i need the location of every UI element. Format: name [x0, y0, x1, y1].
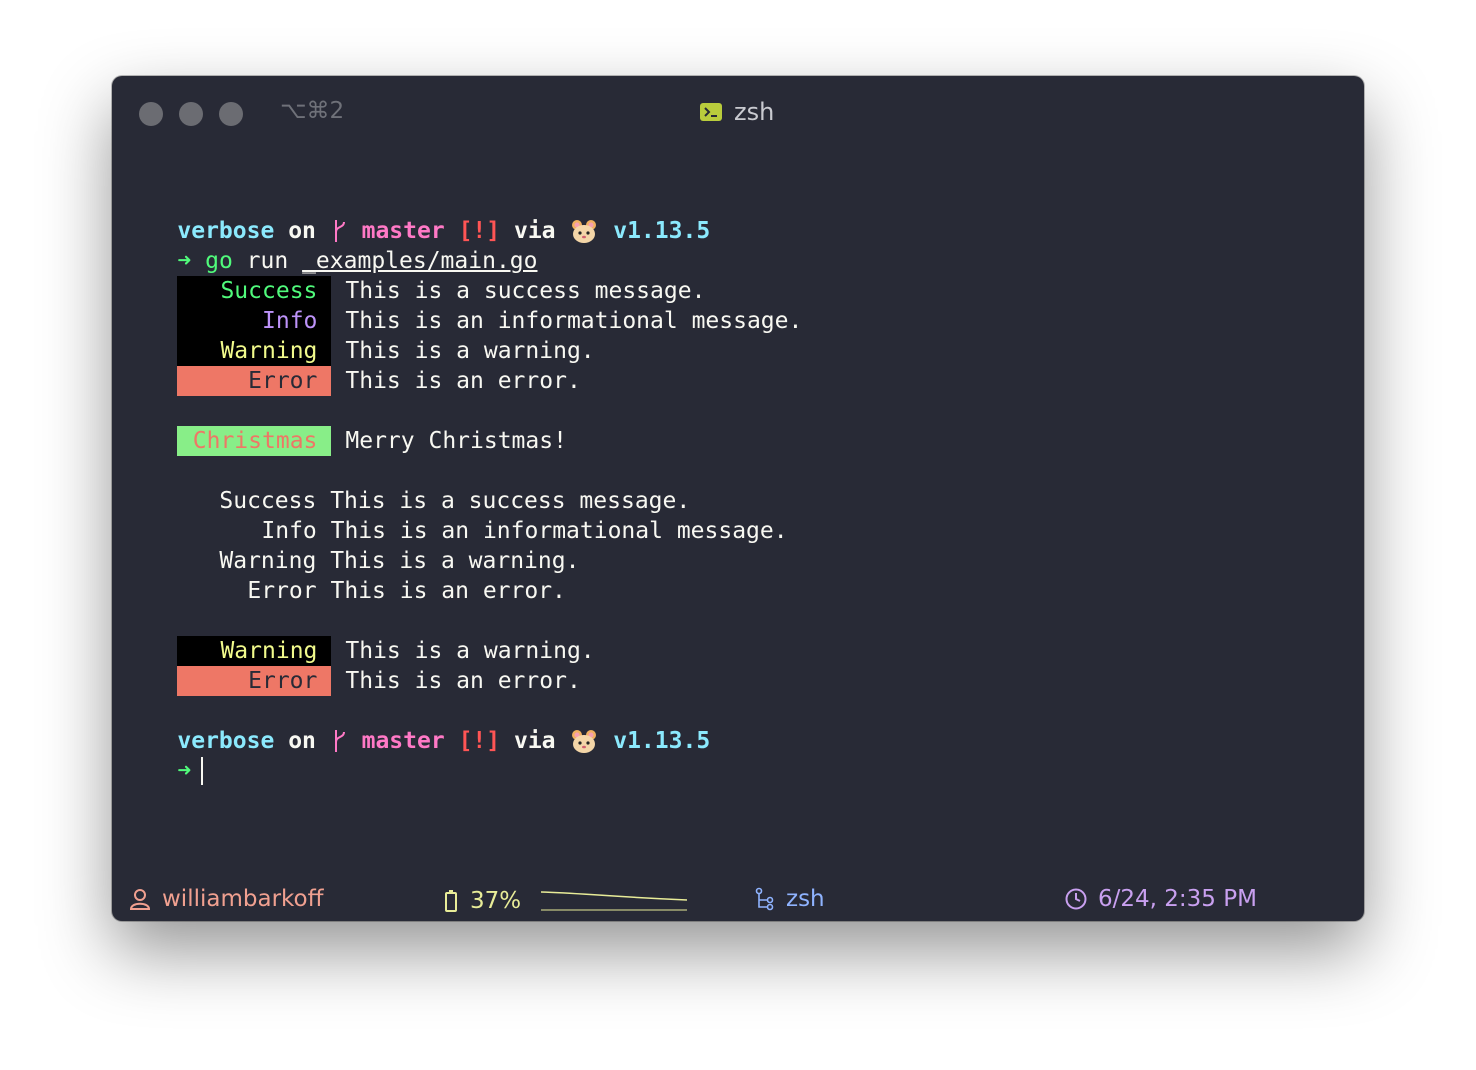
log-line-warning: Warning This is a warning.	[122, 606, 595, 666]
log-label-christmas: Christmas	[177, 426, 332, 456]
prompt-line: verbose on master [!] via v1.13.5	[122, 186, 710, 244]
status-bar: williambarkoff 37% zsh 6/24, 2:35 PM	[112, 882, 1364, 918]
plain-label-error: Error	[247, 578, 317, 604]
log-line-error: Error This is an error.	[122, 636, 581, 696]
log-line-error: Error This is an error.	[122, 336, 581, 396]
gopher-icon	[569, 726, 599, 756]
plain-log-line-info: Info This is an informational message.	[206, 486, 787, 544]
zoom-button[interactable]	[219, 102, 243, 126]
log-text: Merry Christmas!	[345, 428, 567, 454]
plain-log-line-success: Success This is a success message.	[164, 456, 690, 514]
terminal-window: ⌥⌘2 zsh verbose on master [!] via v1.13.…	[112, 76, 1364, 921]
command-line: ➜ go run _examples/main.go	[122, 216, 537, 274]
title-bar: ⌥⌘2 zsh	[112, 76, 1364, 152]
plain-log-line-warning: Warning This is a warning.	[164, 516, 579, 574]
log-text: This is an error.	[345, 668, 581, 694]
status-user-name: williambarkoff	[162, 886, 324, 912]
log-line-info: Info This is an informational message.	[122, 276, 802, 336]
status-battery[interactable]: 37%	[444, 886, 689, 916]
status-datetime: 6/24, 2:35 PM	[1098, 886, 1257, 912]
minimize-button[interactable]	[179, 102, 203, 126]
battery-percentage: 37%	[470, 888, 522, 914]
status-shell[interactable]: zsh	[754, 886, 825, 912]
log-line-christmas: Christmas Merry Christmas!	[122, 396, 567, 456]
git-branch-icon	[330, 726, 348, 764]
log-line-warning: Warning This is a warning.	[122, 306, 595, 366]
prompt-arrow: ➜	[177, 758, 192, 784]
text-cursor	[201, 757, 204, 785]
log-text: This is an error.	[345, 368, 581, 394]
status-clock[interactable]: 6/24, 2:35 PM	[1064, 886, 1257, 912]
prompt-on: on	[288, 728, 316, 754]
battery-icon	[445, 890, 457, 912]
log-label-error: Error	[177, 666, 332, 696]
gopher-icon	[569, 216, 599, 246]
terminal-icon	[700, 103, 722, 121]
plain-log-line-error: Error This is an error.	[192, 546, 566, 604]
prompt-go-version: v1.13.5	[613, 728, 711, 754]
log-text: This is an error.	[330, 578, 566, 604]
prompt-git-status: [!]	[458, 728, 501, 754]
input-line[interactable]: ➜	[122, 726, 204, 785]
log-label-error: Error	[177, 366, 332, 396]
user-icon	[129, 889, 151, 910]
battery-sparkline	[541, 891, 688, 911]
window-title-text: zsh	[734, 98, 775, 126]
process-icon	[755, 887, 774, 911]
prompt-branch: master	[361, 728, 445, 754]
prompt-via: via	[513, 728, 556, 754]
prompt-go-version: v1.13.5	[613, 218, 711, 244]
log-line-success: Success This is a success message.	[122, 246, 705, 306]
tab-shortcut: ⌥⌘2	[280, 98, 345, 124]
window-title: zsh	[700, 98, 774, 126]
status-shell-name: zsh	[786, 886, 825, 912]
prompt-line: verbose on master [!] via v1.13.5	[122, 696, 710, 754]
clock-icon	[1065, 888, 1087, 910]
status-user[interactable]: williambarkoff	[128, 886, 323, 912]
close-button[interactable]	[139, 102, 163, 126]
